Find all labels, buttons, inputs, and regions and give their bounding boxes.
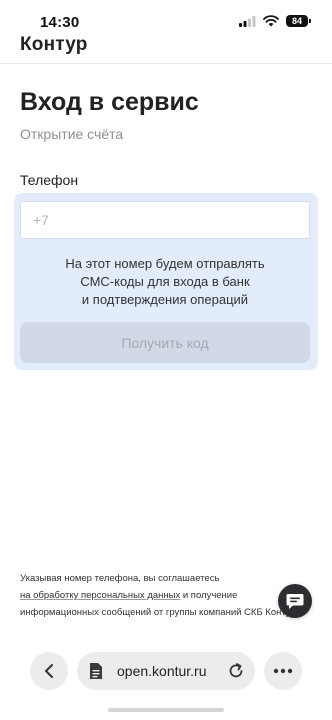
phone-input[interactable]: [20, 201, 310, 239]
page-icon: [90, 663, 102, 679]
more-button[interactable]: [264, 652, 302, 690]
signal-icon: [239, 15, 256, 27]
phone-panel: На этот номер будем отправлять СМС-коды …: [14, 193, 318, 370]
consent-line: информационных сообщений от группы компа…: [20, 607, 296, 618]
status-time: 14:30: [40, 14, 80, 31]
kontur-logo[interactable]: Контур: [20, 34, 88, 56]
consent-text: Указывая номер телефона, вы соглашаетесь…: [20, 570, 320, 621]
url-text: open.kontur.ru: [117, 663, 207, 679]
more-icon: [273, 668, 293, 674]
phone-label: Телефон: [20, 172, 79, 188]
status-icons: 84: [239, 15, 311, 27]
consent-line-rest: и получение: [180, 590, 238, 601]
wifi-icon: [263, 15, 279, 27]
sms-hint: На этот номер будем отправлять СМС-коды …: [20, 255, 310, 309]
chevron-left-icon: [45, 664, 53, 678]
consent-line: Указывая номер телефона, вы соглашаетесь: [20, 573, 220, 584]
get-code-button[interactable]: Получить код: [20, 322, 310, 363]
personal-data-link[interactable]: на обработку персональных данных: [20, 590, 180, 601]
battery-icon: 84: [286, 15, 311, 27]
back-button[interactable]: [30, 652, 68, 690]
page-subtitle: Открытие счёта: [20, 126, 124, 142]
sms-hint-line: и подтверждения операций: [81, 292, 249, 307]
sms-hint-line: СМС-коды для входа в банк: [80, 274, 250, 289]
chat-button[interactable]: [278, 584, 312, 618]
status-bar: 14:30 84: [0, 0, 332, 34]
reload-icon[interactable]: [227, 662, 245, 680]
sms-hint-line: На этот номер будем отправлять: [65, 256, 265, 271]
chat-icon: [286, 593, 304, 609]
page-title: Вход в сервис: [20, 88, 199, 116]
home-indicator: [108, 708, 224, 712]
consent-line: на обработку персональных данных и получ…: [20, 587, 320, 604]
header-divider: [0, 63, 332, 64]
address-bar[interactable]: open.kontur.ru: [77, 652, 255, 690]
